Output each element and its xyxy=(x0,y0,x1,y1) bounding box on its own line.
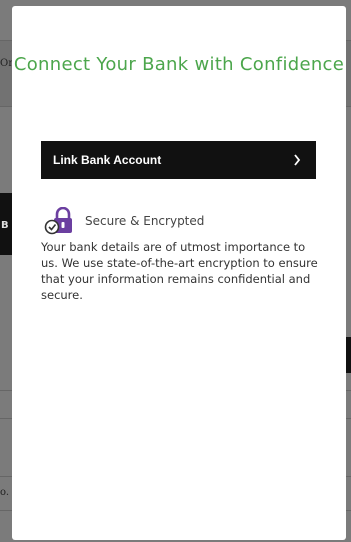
connect-bank-modal: Connect Your Bank with Confidence Link B… xyxy=(12,6,346,540)
chevron-right-icon xyxy=(290,153,304,167)
secure-encrypted-row: Secure & Encrypted xyxy=(44,206,205,235)
security-description: Your bank details are of utmost importan… xyxy=(41,240,318,302)
background-text: o. xyxy=(0,487,10,498)
lock-check-icon xyxy=(44,206,76,235)
modal-title: Connect Your Bank with Confidence xyxy=(13,54,345,75)
background-text: B xyxy=(1,220,9,231)
link-bank-account-button[interactable]: Link Bank Account xyxy=(41,141,316,179)
secure-encrypted-label: Secure & Encrypted xyxy=(85,214,205,228)
link-bank-account-label: Link Bank Account xyxy=(53,153,162,167)
